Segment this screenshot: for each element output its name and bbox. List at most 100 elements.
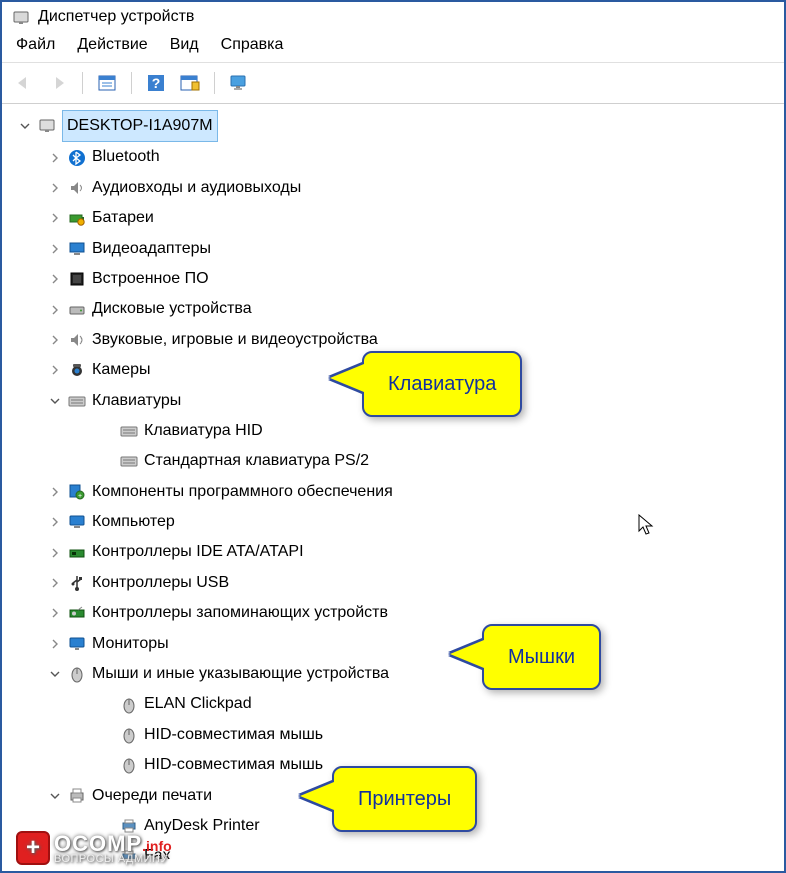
tree-label: Батареи	[92, 203, 154, 233]
tree-category[interactable]: Дисковые устройства	[6, 294, 784, 324]
watermark: + OCOMP.info ВОПРОСЫ АДМИНУ	[16, 831, 172, 865]
caret-right-icon[interactable]	[48, 485, 62, 499]
device-tree[interactable]: DESKTOP-I1A907M Bluetooth Аудиовходы и а…	[2, 104, 784, 859]
window-title: Диспетчер устройств	[38, 8, 194, 26]
tree-device[interactable]: Стандартная клавиатура PS/2	[6, 446, 784, 476]
mouse-icon	[68, 665, 86, 683]
caret-right-icon[interactable]	[48, 606, 62, 620]
disk-icon	[68, 301, 86, 319]
ide-icon	[68, 544, 86, 562]
callout-keyboard-tail	[330, 364, 364, 392]
tree-category[interactable]: Контроллеры запоминающих устройств	[6, 598, 784, 628]
tree-label: Клавиатура HID	[144, 416, 263, 446]
caret-right-icon[interactable]	[48, 211, 62, 225]
show-hidden-button[interactable]	[225, 69, 253, 97]
properties-button[interactable]	[93, 69, 121, 97]
callout-mice: Мышки	[482, 624, 601, 690]
usb-icon	[68, 574, 86, 592]
tree-label: Звуковые, игровые и видеоустройства	[92, 325, 378, 355]
tree-category[interactable]: Контроллеры IDE ATA/ATAPI	[6, 537, 784, 567]
caret-right-icon[interactable]	[48, 363, 62, 377]
tree-label: Контроллеры IDE ATA/ATAPI	[92, 537, 304, 567]
tree-category[interactable]: Компьютер	[6, 507, 784, 537]
nav-forward-button[interactable]	[44, 69, 72, 97]
tree-category[interactable]: Мониторы	[6, 629, 784, 659]
tree-category[interactable]: Bluetooth	[6, 142, 784, 172]
tree-label: HID-совместимая мышь	[144, 750, 323, 780]
caret-right-icon[interactable]	[48, 637, 62, 651]
tree-label: Клавиатуры	[92, 386, 181, 416]
titlebar: Диспетчер устройств	[2, 2, 784, 30]
swcomp-icon: +	[68, 483, 86, 501]
computer-icon	[38, 117, 56, 135]
caret-down-icon[interactable]	[48, 667, 62, 681]
toolbar-separator	[82, 72, 83, 94]
caret-right-icon[interactable]	[48, 576, 62, 590]
mouse-icon	[120, 696, 138, 714]
tree-label: ELAN Clickpad	[144, 689, 252, 719]
tree-label: HID-совместимая мышь	[144, 720, 323, 750]
tree-root[interactable]: DESKTOP-I1A907M	[6, 110, 784, 142]
audio-icon	[68, 179, 86, 197]
menubar: Файл Действие Вид Справка	[2, 30, 784, 62]
menu-action[interactable]: Действие	[77, 36, 147, 54]
tree-category[interactable]: + Компоненты программного обеспечения	[6, 477, 784, 507]
mouse-icon	[120, 726, 138, 744]
menu-file[interactable]: Файл	[16, 36, 55, 54]
firmware-icon	[68, 270, 86, 288]
caret-down-icon[interactable]	[48, 394, 62, 408]
root-label[interactable]: DESKTOP-I1A907M	[62, 110, 218, 142]
tree-category[interactable]: Встроенное ПО	[6, 264, 784, 294]
keyboard-icon	[68, 392, 86, 410]
tree-device[interactable]: Клавиатура HID	[6, 416, 784, 446]
tree-category[interactable]: Контроллеры USB	[6, 568, 784, 598]
caret-right-icon[interactable]	[48, 181, 62, 195]
tree-category[interactable]: Батареи	[6, 203, 784, 233]
tree-label: Bluetooth	[92, 142, 160, 172]
display-icon	[68, 240, 86, 258]
caret-right-icon[interactable]	[48, 333, 62, 347]
menu-view[interactable]: Вид	[170, 36, 199, 54]
monitor-icon	[68, 635, 86, 653]
caret-down-icon[interactable]	[48, 789, 62, 803]
tree-label: Контроллеры USB	[92, 568, 229, 598]
watermark-tld: .info	[142, 838, 172, 854]
mouse-cursor-icon	[638, 514, 654, 536]
caret-right-icon[interactable]	[48, 272, 62, 286]
tree-label: Встроенное ПО	[92, 264, 209, 294]
tree-device[interactable]: ELAN Clickpad	[6, 689, 784, 719]
bt-icon	[68, 149, 86, 167]
printq-icon	[68, 787, 86, 805]
nav-back-button[interactable]	[10, 69, 38, 97]
callout-printers: Принтеры	[332, 766, 477, 832]
caret-right-icon[interactable]	[48, 515, 62, 529]
battery-icon	[68, 209, 86, 227]
scan-hardware-button[interactable]	[176, 69, 204, 97]
caret-right-icon[interactable]	[48, 546, 62, 560]
tree-category[interactable]: Аудиовходы и аудиовыходы	[6, 173, 784, 203]
tree-label: Стандартная клавиатура PS/2	[144, 446, 369, 476]
menu-help[interactable]: Справка	[221, 36, 284, 54]
toolbar-separator	[214, 72, 215, 94]
svg-text:+: +	[78, 493, 82, 500]
caret-down-icon[interactable]	[18, 119, 32, 133]
caret-right-icon[interactable]	[48, 151, 62, 165]
computer-icon	[68, 513, 86, 531]
tree-label: Дисковые устройства	[92, 294, 252, 324]
svg-text:?: ?	[152, 75, 161, 91]
tree-label: Видеоадаптеры	[92, 234, 211, 264]
watermark-plus-icon: +	[16, 831, 50, 865]
tree-label: Очереди печати	[92, 781, 212, 811]
tree-category[interactable]: Мыши и иные указывающие устройства	[6, 659, 784, 689]
callout-keyboard: Клавиатура	[362, 351, 522, 417]
caret-right-icon[interactable]	[48, 242, 62, 256]
tree-label: Контроллеры запоминающих устройств	[92, 598, 388, 628]
mouse-icon	[120, 756, 138, 774]
help-button[interactable]: ?	[142, 69, 170, 97]
tree-device[interactable]: HID-совместимая мышь	[6, 720, 784, 750]
callout-mice-tail	[450, 640, 484, 668]
caret-right-icon[interactable]	[48, 303, 62, 317]
tree-category[interactable]: Видеоадаптеры	[6, 234, 784, 264]
tree-label: Камеры	[92, 355, 151, 385]
watermark-sub: ВОПРОСЫ АДМИНУ	[54, 853, 172, 865]
